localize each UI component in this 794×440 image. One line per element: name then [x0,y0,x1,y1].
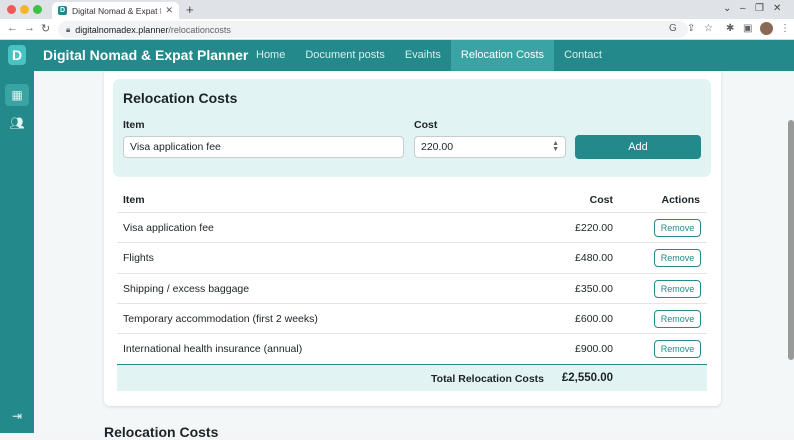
browser-tab-bar: D Digital Nomad & Expat Planner ✕ + ⌄ – … [0,0,794,19]
app-logo[interactable]: D [8,45,26,65]
maximize-window-button[interactable] [33,5,42,14]
tab-favicon: D [58,6,67,15]
google-icon[interactable]: G [669,23,677,34]
nav-relocation-costs[interactable]: Relocation Costs [450,40,555,71]
cost-input-value: 220.00 [421,141,454,153]
cost-input[interactable]: 220.00 ▲ ▼ [414,136,566,158]
add-button[interactable]: Add [575,135,701,159]
item-input-value: Visa application fee [130,141,221,153]
nav-home[interactable]: Home [246,40,295,71]
nav-links: Home Document posts Evaihts Relocation C… [246,40,612,71]
remove-button[interactable]: Remove [654,340,701,358]
forward-icon[interactable]: → [24,22,35,34]
table-row-item: International health insurance (annual) [123,343,303,355]
tab-title: Digital Nomad & Expat Planner [72,5,161,16]
close-window-button[interactable] [7,5,16,14]
back-icon[interactable]: ← [7,22,18,34]
browser-tab[interactable]: D Digital Nomad & Expat Planner ✕ [52,2,179,19]
url-path: /relocationcosts [168,24,231,35]
reload-icon[interactable]: ↻ [41,22,50,35]
share-icon[interactable]: ⇪ [687,23,695,34]
table-row-item: Flights [123,252,154,264]
minimize-icon[interactable]: – [740,3,746,14]
table-row-cost: £220.00 [575,222,613,234]
col-header-actions: Actions [661,194,700,206]
minimize-window-button[interactable] [20,5,29,14]
row-divider [117,242,707,243]
menu-icon[interactable]: ⋮ [780,23,790,34]
table-row-item: Shipping / excess baggage [123,283,250,295]
form-title: Relocation Costs [123,90,238,106]
row-divider [117,333,707,334]
top-navigation: Digital Nomad & Expat Planner Home Docum… [34,40,794,71]
url-host: digitalnomadex.planner [75,24,169,35]
tab-close-icon[interactable]: ✕ [165,5,173,16]
users-icon[interactable]: 👥︎ [5,112,29,134]
brand-title[interactable]: Digital Nomad & Expat Planner [43,47,248,63]
cost-label: Cost [414,119,438,131]
browser-toolbar: ← → ↻ 🔒︎ digitalnomadex.planner /relocat… [0,19,794,40]
remove-button[interactable]: Remove [654,280,701,298]
col-header-cost: Cost [589,194,613,206]
address-bar[interactable]: 🔒︎ digitalnomadex.planner /relocationcos… [58,21,688,38]
nav-document-posts[interactable]: Document posts [295,40,394,71]
calendar-icon[interactable]: ▦ [5,84,29,106]
app-sidebar: D ▦ 👥︎ ⇥ [0,40,34,433]
item-label: Item [123,119,145,131]
nav-evaihts[interactable]: Evaihts [395,40,451,71]
nav-contact[interactable]: Contact [554,40,612,71]
row-divider [117,303,707,304]
logout-icon[interactable]: ⇥ [5,405,29,427]
scrollbar-thumb[interactable] [788,120,794,360]
remove-button[interactable]: Remove [654,219,701,237]
table-row-cost: £600.00 [575,313,613,325]
table-row-cost: £900.00 [575,343,613,355]
remove-button[interactable]: Remove [654,310,701,328]
total-label: Total Relocation Costs [431,373,544,385]
section-title: Relocation Costs [104,424,219,440]
chevron-down-icon[interactable]: ⌄ [723,3,731,14]
table-row-cost: £350.00 [575,283,613,295]
star-icon[interactable]: ☆ [704,23,713,34]
row-divider [117,273,707,274]
col-header-item: Item [123,194,145,206]
table-row-item: Temporary accommodation (first 2 weeks) [123,313,318,325]
sidepanel-icon[interactable]: ▣ [743,23,752,34]
restore-icon[interactable]: ❐ [755,3,764,14]
new-tab-icon[interactable]: + [186,2,194,17]
total-value: £2,550.00 [561,372,613,384]
stepper-icon[interactable]: ▲ ▼ [552,140,559,153]
table-row-cost: £480.00 [575,252,613,264]
item-input[interactable]: Visa application fee [123,136,404,158]
lock-icon: 🔒︎ [66,24,71,34]
header-divider [117,212,707,213]
table-row-item: Visa application fee [123,222,214,234]
close-icon[interactable]: ✕ [773,3,781,14]
remove-button[interactable]: Remove [654,249,701,267]
extensions-icon[interactable]: ✱ [726,23,734,34]
profile-avatar[interactable] [760,22,773,35]
